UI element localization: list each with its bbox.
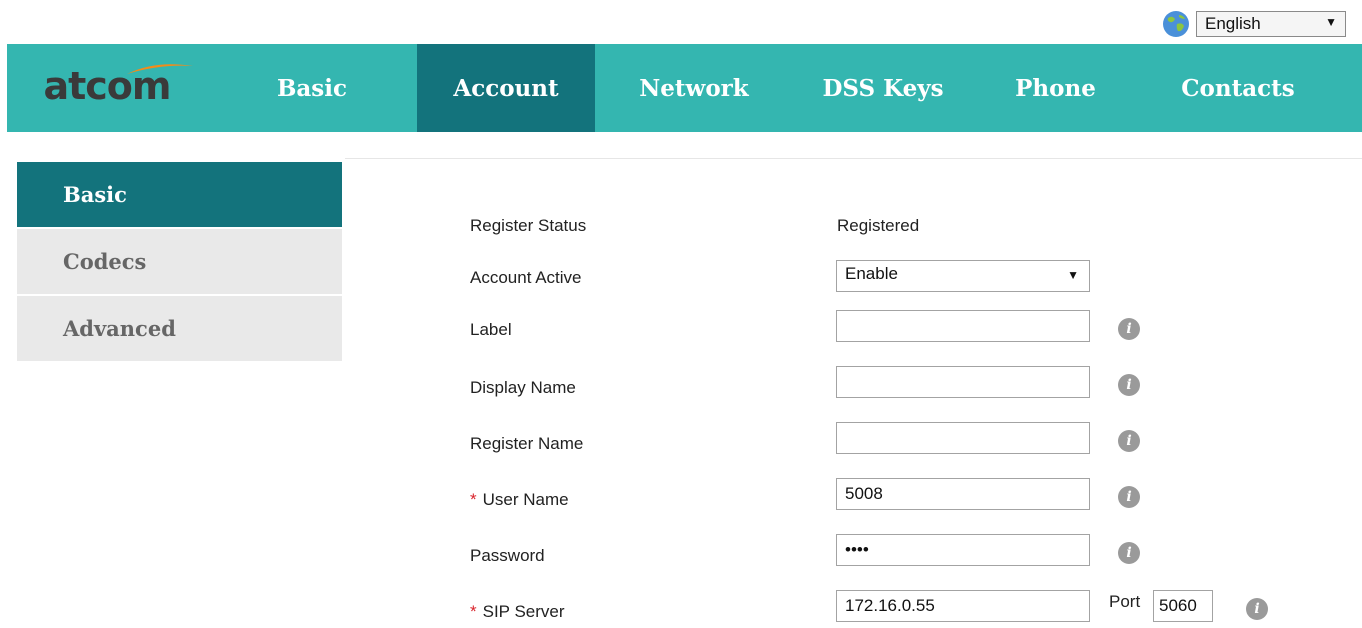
nav-contacts[interactable]: Contacts — [1138, 44, 1338, 132]
sip-server-input[interactable] — [836, 590, 1090, 622]
user-name-input[interactable] — [836, 478, 1090, 510]
display-name-row: Display Name i — [470, 366, 1362, 404]
language-dropdown[interactable]: English ▼ — [1196, 11, 1346, 37]
top-nav: atcom Basic Account Network DSS Keys Pho… — [7, 44, 1362, 132]
display-name-label: Display Name — [470, 378, 576, 397]
chevron-down-icon: ▼ — [1067, 268, 1079, 282]
logo: atcom — [7, 44, 207, 132]
sidebar-item-codecs[interactable]: Codecs — [17, 229, 342, 294]
password-row: Password i — [470, 534, 1362, 572]
register-name-input[interactable] — [836, 422, 1090, 454]
label-label: Label — [470, 320, 512, 339]
info-icon[interactable]: i — [1118, 430, 1140, 452]
register-name-label: Register Name — [470, 434, 584, 453]
info-icon[interactable]: i — [1246, 598, 1268, 620]
content-divider — [345, 158, 1362, 159]
register-status-row: Register Status Registered — [470, 206, 1362, 244]
required-marker: * — [470, 490, 477, 509]
sip-server-label: * SIP Server — [470, 602, 565, 622]
sip-server-text: SIP Server — [482, 602, 565, 621]
label-input[interactable] — [836, 310, 1090, 342]
info-icon[interactable]: i — [1118, 486, 1140, 508]
language-value: English — [1205, 14, 1261, 33]
display-name-input[interactable] — [836, 366, 1090, 398]
chevron-down-icon: ▼ — [1325, 15, 1337, 29]
nav-basic[interactable]: Basic — [207, 44, 417, 132]
label-row: Label i — [470, 310, 1362, 348]
password-input[interactable] — [836, 534, 1090, 566]
info-icon[interactable]: i — [1118, 374, 1140, 396]
register-status-label: Register Status — [470, 216, 587, 235]
sidebar-item-basic[interactable]: Basic — [17, 162, 342, 227]
language-selector: English ▼ — [1162, 10, 1346, 38]
nav-phone[interactable]: Phone — [973, 44, 1138, 132]
info-icon[interactable]: i — [1118, 318, 1140, 340]
user-name-text: User Name — [482, 490, 569, 509]
info-icon[interactable]: i — [1118, 542, 1140, 564]
sidebar-item-advanced[interactable]: Advanced — [17, 296, 342, 361]
user-name-row: * User Name i — [470, 478, 1362, 516]
port-label: Port — [1109, 592, 1141, 611]
password-label: Password — [470, 546, 545, 565]
user-name-label: * User Name — [470, 490, 569, 510]
sip-server-row: * SIP Server Port i — [470, 590, 1362, 628]
sidebar: Basic Codecs Advanced — [17, 162, 342, 363]
nav-account[interactable]: Account — [417, 44, 595, 132]
required-marker: * — [470, 602, 477, 621]
port-input[interactable] — [1153, 590, 1213, 622]
logo-swoosh-icon — [127, 64, 193, 74]
account-active-label: Account Active — [470, 268, 582, 287]
globe-icon — [1163, 11, 1189, 37]
nav-dss-keys[interactable]: DSS Keys — [793, 44, 973, 132]
account-active-select[interactable]: Enable ▼ — [836, 260, 1090, 292]
register-status-value: Registered — [837, 216, 920, 235]
nav-network[interactable]: Network — [595, 44, 793, 132]
account-active-value: Enable — [845, 264, 898, 283]
account-active-row: Account Active Enable ▼ — [470, 258, 1362, 296]
register-name-row: Register Name i — [470, 422, 1362, 460]
